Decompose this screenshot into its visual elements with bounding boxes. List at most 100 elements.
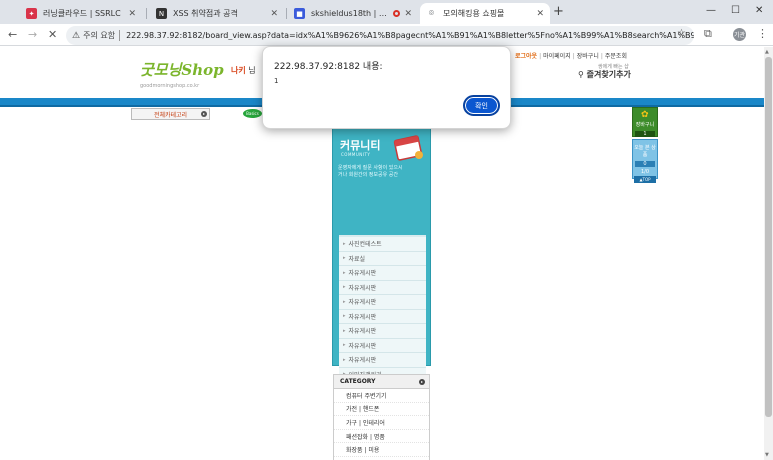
new-tab-icon[interactable]: + [553, 4, 564, 19]
category-item[interactable]: 가구 | 인테리어 [334, 416, 429, 430]
mypage-link[interactable]: 마이페이지 [543, 53, 571, 60]
community-title-en: COMMUNITY [341, 152, 371, 157]
community-item[interactable]: ▸ 자유게시판 [339, 310, 426, 324]
security-label[interactable]: 주의 요함 [83, 30, 115, 41]
maximize-icon[interactable]: ☐ [731, 5, 740, 16]
add-favorites-label: 즐겨찾기추가 [586, 70, 631, 79]
scroll-up-icon[interactable]: ▲ [765, 49, 769, 55]
community-item-label: 자료실 [348, 255, 366, 263]
page-scrollbar[interactable]: ▲ ▼ [764, 47, 773, 460]
category-item[interactable]: 컴퓨터 주변기기 [334, 389, 429, 403]
quick-viewed-label: 오늘 본 상품 [634, 145, 656, 158]
ssrlc-favicon-icon: ✦ [26, 8, 37, 19]
tab-ssrlc[interactable]: ✦ 러닝클라우드 | SSRLC ✕ [20, 3, 142, 24]
logo-subtext: goodmorningshop.co.kr [140, 83, 200, 89]
back-icon[interactable]: ← [8, 28, 17, 41]
community-item-label: 자유게시판 [348, 299, 377, 307]
category-item[interactable]: 가전 | 핸드폰 [334, 403, 429, 417]
community-title: 커뮤니티 [340, 139, 381, 152]
community-item[interactable]: ▸ 사진컨테스트 [339, 237, 426, 252]
tab-gather[interactable]: ■ skshieldus18th | Gather ✕ [288, 3, 418, 24]
omnibox-divider [119, 30, 121, 41]
menu-kebab-icon[interactable]: ⋮ [757, 27, 768, 40]
tab-label: XSS 취약점과 공격 [173, 9, 238, 18]
community-item-label: 자유게시판 [348, 342, 377, 350]
category-title: CATEGORY [340, 378, 376, 385]
tab-shop[interactable]: ⌾ 모의해킹용 쇼핑몰 ✕ [420, 3, 550, 24]
community-item[interactable]: ▸ 자유게시판 [339, 295, 426, 310]
logo-text: 굿모닝Shop [140, 61, 224, 79]
category-item[interactable]: 패션잡화 | 명품 [334, 430, 429, 444]
bookmark-star-icon[interactable]: ☆ [677, 28, 686, 39]
pin-icon: ⚲ [578, 70, 584, 79]
calendar-icon [393, 135, 423, 161]
community-item[interactable]: ▸ 자유게시판 [339, 339, 426, 353]
green-badge[interactable]: Basics [243, 109, 262, 118]
community-item[interactable]: ▸ 자유게시판 [339, 324, 426, 339]
close-icon[interactable]: ✕ [270, 9, 278, 19]
quick-cart[interactable]: ✿ 장바구니 1 [632, 107, 658, 137]
tab-label: 러닝클라우드 | SSRLC [43, 9, 121, 18]
community-item[interactable]: ▸ 자료실 [339, 252, 426, 266]
flower-icon: ✿ [641, 110, 649, 120]
warning-icon[interactable]: ⚠ [72, 31, 80, 41]
minimize-icon[interactable]: — [706, 5, 716, 16]
window-close-icon[interactable]: ✕ [755, 5, 763, 16]
scroll-top-button[interactable]: ▲TOP [634, 176, 656, 183]
community-description: 운영자에게 질문 사항이 있으시거나 회원간의 정보공유 공간 [338, 165, 403, 178]
address-bar[interactable]: ⚠ 주의 요함 222.98.37.92:8182/board_view.asp… [66, 26, 694, 45]
tab-label: skshieldus18th | Gather [311, 9, 389, 18]
community-item[interactable]: ▸ 자유게시판 [339, 281, 426, 295]
orders-link[interactable]: 주문조회 [605, 53, 627, 60]
quick-viewed-pages[interactable]: 1/0 [633, 169, 657, 175]
scroll-down-icon[interactable]: ▼ [765, 452, 769, 458]
forward-icon[interactable]: → [28, 28, 37, 41]
stop-icon[interactable]: ✕ [48, 28, 57, 41]
category-box: CATEGORY ▸ 컴퓨터 주변기기 가전 | 핸드폰 가구 | 인테리어 패… [333, 374, 430, 460]
chevron-right-icon[interactable]: ▸ [419, 379, 425, 385]
logout-link[interactable]: 로그아웃 [515, 53, 537, 60]
dialog-title: 222.98.37.92:8182 내용: [274, 62, 383, 72]
site-logo[interactable]: 굿모닝Shop goodmorningshop.co.kr [140, 59, 224, 99]
all-categories-button[interactable]: 전체카테고리 ▸ [131, 108, 210, 120]
community-item-label: 자유게시판 [348, 270, 377, 278]
all-categories-label: 전체카테고리 [153, 111, 188, 119]
community-item-label: 자유게시판 [348, 284, 377, 292]
close-icon[interactable]: ✕ [404, 9, 412, 19]
gather-favicon-icon: ■ [294, 8, 305, 19]
quick-cart-label: 장바구니 [635, 122, 655, 128]
extensions-icon[interactable]: ⧉ [704, 27, 712, 41]
tab-bar: ✦ 러닝클라우드 | SSRLC ✕ N XSS 취약점과 공격 ✕ ■ sks… [0, 0, 773, 24]
add-favorites-link[interactable]: ⚲ 즐겨찾기추가 [578, 69, 631, 80]
community-item[interactable]: ▸ 자유게시판 [339, 353, 426, 368]
community-list: ▸ 사진컨테스트 ▸ 자료실 ▸ 자유게시판 ▸ 자유게시판 ▸ 자유게시판 ▸ 자유게시판… [339, 237, 426, 382]
community-box: 커뮤니티 COMMUNITY 운영자에게 질문 사항이 있으시거나 회원간의 정… [332, 128, 431, 408]
tab-xss[interactable]: N XSS 취약점과 공격 ✕ [150, 3, 284, 24]
close-icon[interactable]: ✕ [536, 9, 544, 19]
scroll-top-label: TOP [642, 177, 651, 182]
dialog-ok-button[interactable]: 확인 [463, 95, 500, 116]
profile-avatar[interactable]: 기관 [733, 28, 746, 41]
browser-toolbar: ← → ✕ ⚠ 주의 요함 222.98.37.92:8182/board_vi… [0, 24, 773, 46]
community-item-label: 자유게시판 [348, 357, 377, 365]
cart-link[interactable]: 장바구니 [577, 53, 599, 60]
nickname-name: 나키 [231, 66, 246, 75]
tab-divider [146, 8, 147, 19]
quick-viewed-count: 0 [635, 161, 655, 167]
tab-divider [286, 8, 287, 19]
user-nickname: 나키 님 [231, 65, 256, 76]
dialog-message: 1 [274, 77, 279, 85]
quick-cart-count: 1 [635, 131, 655, 137]
top-menu: 로그아웃 | 마이페이지 | 장바구니 | 주문조회 [515, 53, 627, 60]
tab-label: 모의해킹용 쇼핑몰 [443, 9, 505, 18]
quick-viewed[interactable]: 오늘 본 상품 0 1/0 [632, 139, 658, 179]
notion-favicon-icon: N [156, 8, 167, 19]
close-icon[interactable]: ✕ [128, 9, 136, 19]
community-item-label: 사진컨테스트 [348, 241, 382, 249]
community-item-label: 자유게시판 [348, 328, 377, 336]
scroll-thumb[interactable] [765, 57, 772, 417]
community-item[interactable]: ▸ 자유게시판 [339, 266, 426, 281]
url-text[interactable]: 222.98.37.92:8182/board_view.asp?data=id… [126, 31, 694, 40]
recording-icon [393, 10, 401, 17]
category-item[interactable]: 화장품 | 미용 [334, 443, 429, 457]
